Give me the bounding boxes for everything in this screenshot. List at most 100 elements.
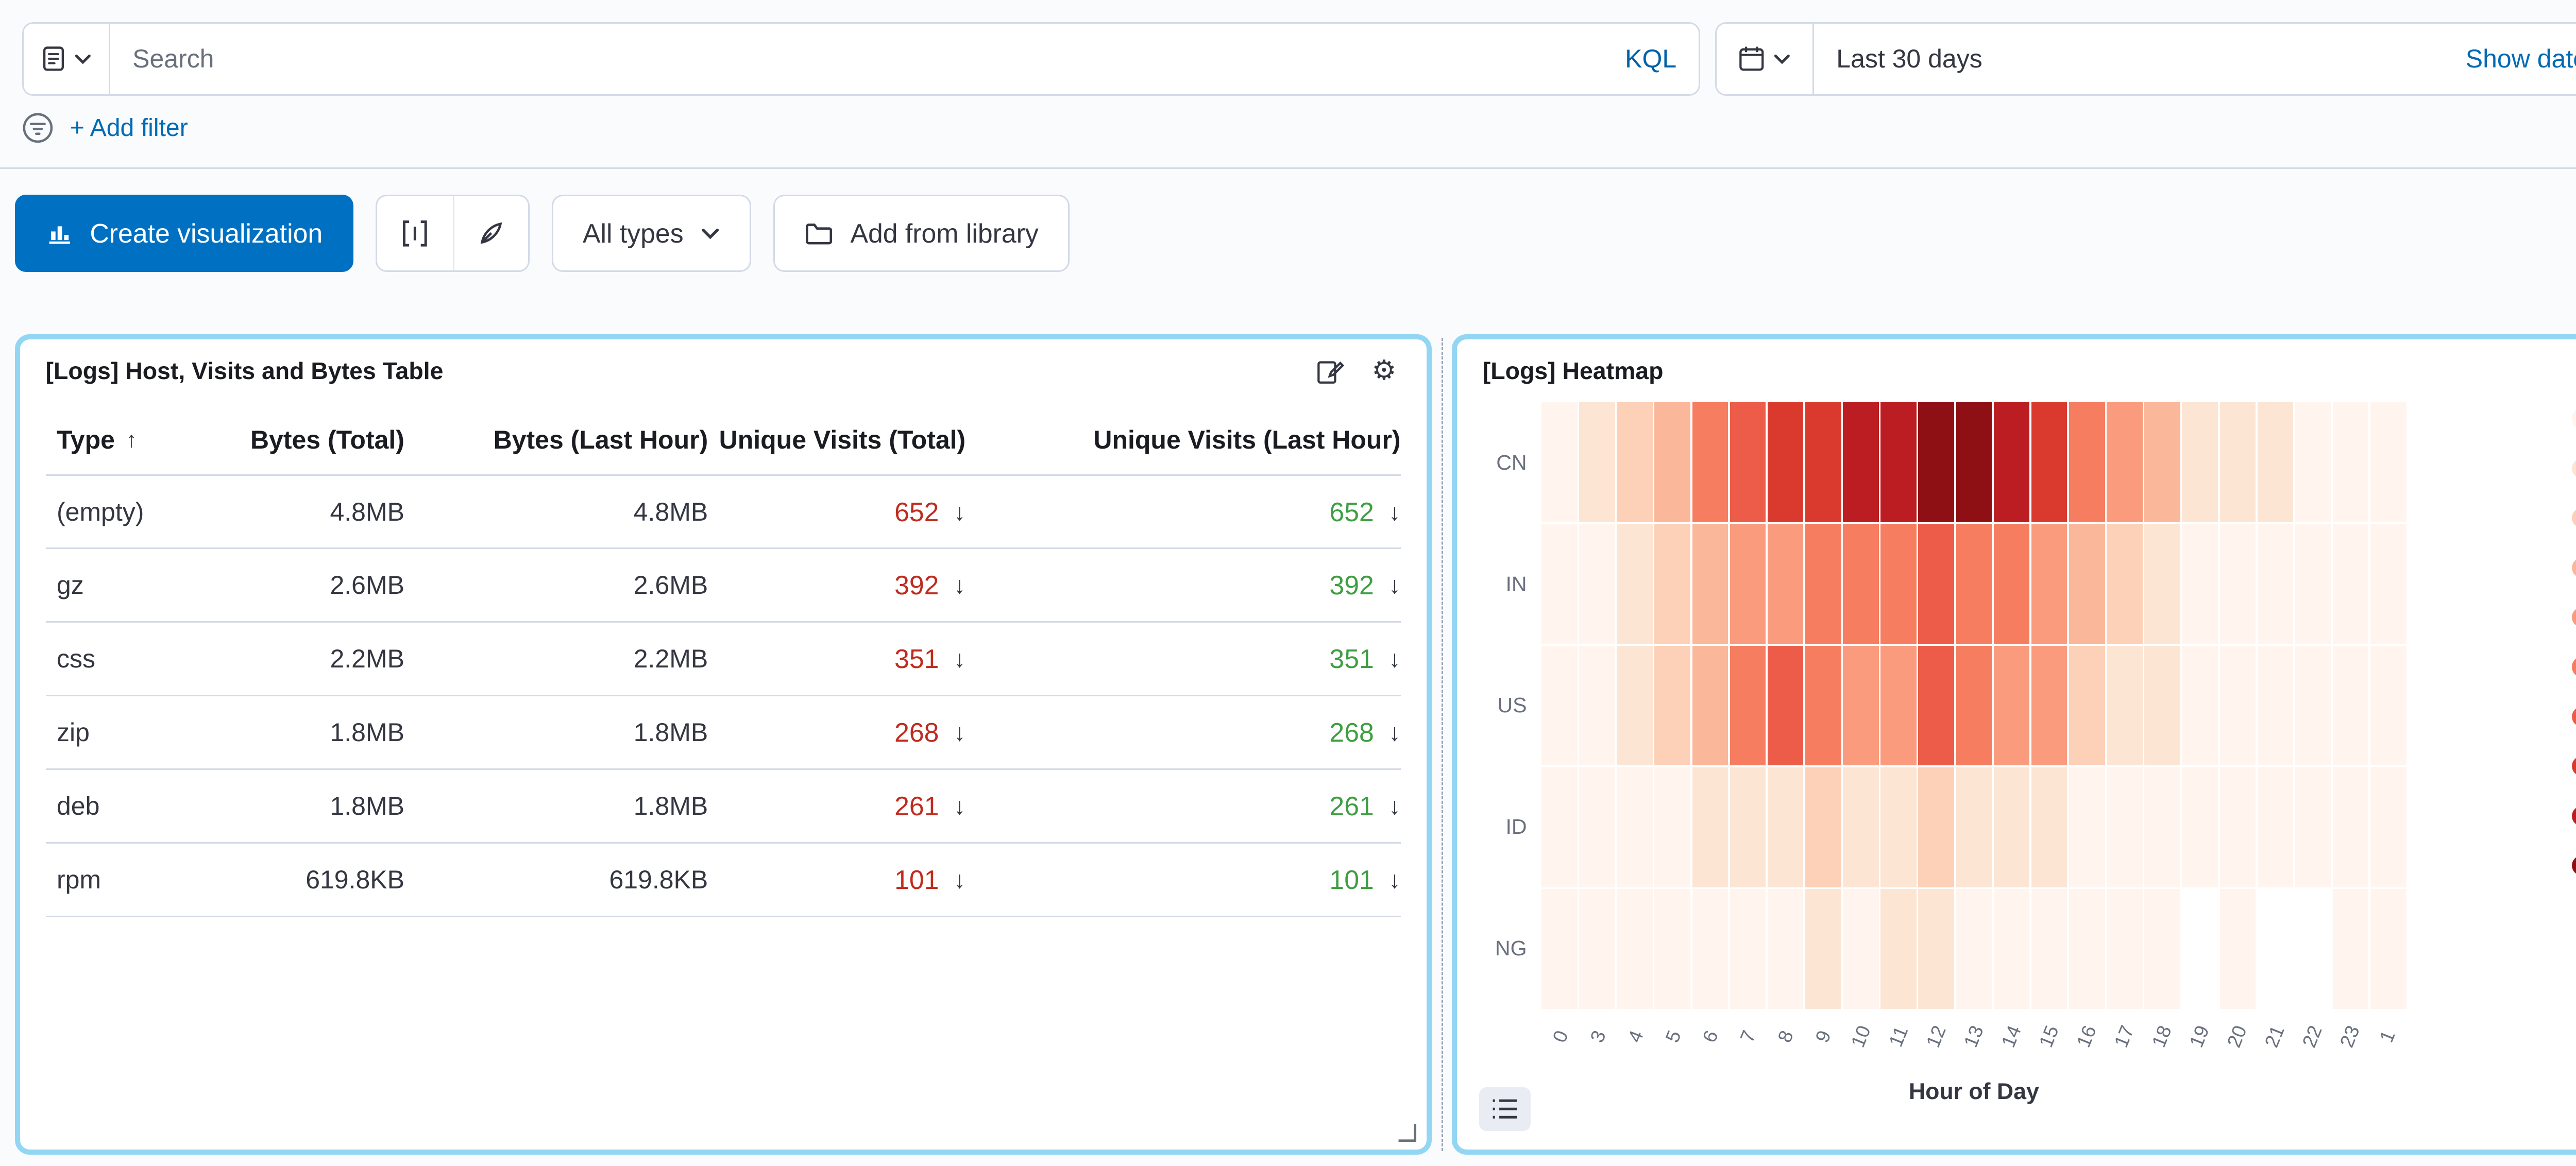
heatmap-cell[interactable] [1956, 402, 1992, 522]
heatmap-cell[interactable] [1692, 767, 1728, 887]
create-visualization-button[interactable]: Create visualization [15, 195, 354, 272]
column-header-5[interactable]: Unique Visits (Last Hour) [965, 425, 1400, 455]
heatmap-cell[interactable] [1843, 767, 1879, 887]
heatmap-cell[interactable] [2220, 889, 2256, 1009]
column-header-4[interactable]: Unique Visits (Total) [708, 425, 965, 455]
heatmap-cell[interactable] [2370, 646, 2406, 766]
heatmap-cell[interactable] [1805, 889, 1841, 1009]
legend-toggle-button[interactable] [1479, 1087, 1531, 1131]
heatmap-cell[interactable] [1768, 524, 1804, 644]
heatmap-cell[interactable] [2220, 402, 2256, 522]
heatmap-cell[interactable] [1880, 889, 1917, 1009]
kql-button[interactable]: KQL [1625, 44, 1676, 74]
heatmap-cell[interactable] [1730, 889, 1766, 1009]
heatmap-cell[interactable] [1768, 767, 1804, 887]
heatmap-cell[interactable] [2107, 889, 2143, 1009]
column-header-1[interactable]: Type↑ [46, 425, 230, 455]
heatmap-cell[interactable] [1654, 402, 1690, 522]
heatmap-cell[interactable] [1541, 767, 1578, 887]
heatmap-cell[interactable] [1956, 524, 1992, 644]
heatmap-cell[interactable] [1994, 524, 2030, 644]
heatmap-cell[interactable] [1918, 767, 1954, 887]
heatmap-cell[interactable] [1994, 767, 2030, 887]
heatmap-cell[interactable] [2031, 889, 2067, 1009]
legend-item[interactable]: 12 - 18 [2572, 505, 2576, 531]
heatmap-cell[interactable] [1805, 524, 1841, 644]
heatmap-cell[interactable] [1956, 767, 1992, 887]
heatmap-cell[interactable] [1617, 402, 1653, 522]
panel-options-gear-icon[interactable]: ⚙ [1367, 354, 1400, 387]
heatmap-cell[interactable] [2031, 524, 2067, 644]
legend-item[interactable]: 36 - 42 [2572, 704, 2576, 729]
column-header-2[interactable]: Bytes (Total) [230, 425, 404, 455]
heatmap-cell[interactable] [2144, 889, 2180, 1009]
heatmap-cell[interactable] [2107, 767, 2143, 887]
heatmap-cell[interactable] [1956, 889, 1992, 1009]
heatmap-cell[interactable] [2069, 402, 2105, 522]
heatmap-cell[interactable] [1730, 646, 1766, 766]
heatmap-cell[interactable] [2333, 889, 2369, 1009]
heatmap-cell[interactable] [2069, 767, 2105, 887]
heatmap-cell[interactable] [1805, 646, 1841, 766]
heatmap-cell[interactable] [1730, 767, 1766, 887]
saved-query-menu-button[interactable] [22, 22, 110, 96]
heatmap-cell[interactable] [2182, 767, 2218, 887]
heatmap-cell[interactable] [2182, 646, 2218, 766]
heatmap-cell[interactable] [2220, 646, 2256, 766]
heatmap-cell[interactable] [1918, 402, 1954, 522]
heatmap-cell[interactable] [1805, 402, 1841, 522]
panel-resize-handle[interactable] [1397, 1122, 1417, 1142]
heatmap-cell[interactable] [2370, 524, 2406, 644]
legend-item[interactable]: 24 - 30 [2572, 605, 2576, 630]
heatmap-cell[interactable] [1730, 402, 1766, 522]
heatmap-cell[interactable] [1617, 767, 1653, 887]
heatmap-cell[interactable] [1805, 767, 1841, 887]
heatmap-cell[interactable] [2295, 767, 2331, 887]
heatmap-cell[interactable] [2370, 767, 2406, 887]
filter-icon[interactable] [22, 112, 54, 144]
heatmap-cell[interactable] [1956, 646, 1992, 766]
legend-item[interactable]: 0 - 6 [2572, 406, 2576, 432]
heatmap-cell[interactable] [2107, 524, 2143, 644]
heatmap-cell[interactable] [2333, 646, 2369, 766]
heatmap-cell[interactable] [1541, 402, 1578, 522]
heatmap-cell[interactable] [1918, 524, 1954, 644]
heatmap-cell[interactable] [1880, 402, 1917, 522]
heatmap-cell[interactable] [2220, 767, 2256, 887]
add-from-library-button[interactable]: Add from library [773, 195, 1070, 272]
heatmap-cell[interactable] [1692, 889, 1728, 1009]
heatmap-cell[interactable] [1617, 524, 1653, 644]
heatmap-cell[interactable] [1654, 646, 1690, 766]
heatmap-cell[interactable] [1994, 889, 2030, 1009]
heatmap-cell[interactable] [2333, 524, 2369, 644]
heatmap-cell[interactable] [1579, 524, 1615, 644]
heatmap-cell[interactable] [1880, 767, 1917, 887]
heatmap-cell[interactable] [1843, 402, 1879, 522]
heatmap-cell[interactable] [1541, 646, 1578, 766]
heatmap-cell[interactable] [2258, 646, 2294, 766]
heatmap-cell[interactable] [2069, 889, 2105, 1009]
heatmap-cell[interactable] [1880, 524, 1917, 644]
date-picker-menu-button[interactable] [1715, 22, 1815, 96]
heatmap-cell[interactable] [1654, 767, 1690, 887]
add-annotation-button[interactable] [453, 196, 528, 270]
heatmap-cell[interactable] [2333, 402, 2369, 522]
heatmap-cell[interactable] [2370, 889, 2406, 1009]
search-input[interactable]: Search KQL [110, 22, 1700, 96]
heatmap-cell[interactable] [2295, 402, 2331, 522]
heatmap-cell[interactable] [2107, 402, 2143, 522]
heatmap-cell[interactable] [1579, 402, 1615, 522]
heatmap-cell[interactable] [1994, 646, 2030, 766]
heatmap-cell[interactable] [2258, 402, 2294, 522]
heatmap-cell[interactable] [1843, 524, 1879, 644]
heatmap-cell[interactable] [2144, 402, 2180, 522]
legend-item[interactable]: 48 - 54 [2572, 803, 2576, 829]
heatmap-cell[interactable] [1617, 646, 1653, 766]
legend-item[interactable]: 42 - 48 [2572, 753, 2576, 779]
heatmap-cell[interactable] [1730, 524, 1766, 644]
heatmap-cell[interactable] [2107, 646, 2143, 766]
heatmap-cell[interactable] [1994, 402, 2030, 522]
heatmap-cell[interactable] [2144, 646, 2180, 766]
heatmap-cell[interactable] [2295, 646, 2331, 766]
heatmap-cell[interactable] [1541, 889, 1578, 1009]
